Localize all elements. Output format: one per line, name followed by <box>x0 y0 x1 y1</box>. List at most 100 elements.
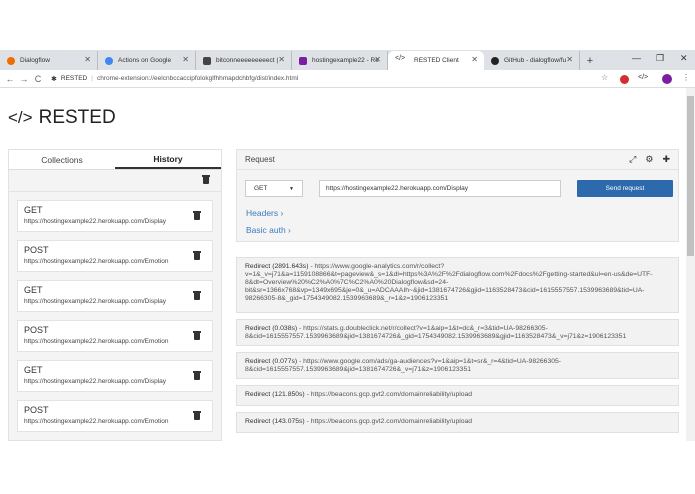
request-panel: Request ⤢ ⚙ ✚ GET ▼ https://hostingexamp… <box>236 149 679 242</box>
browser-tab-title: RESTED Client <box>414 57 459 64</box>
request-row: GET ▼ https://hostingexample22.herokuapp… <box>245 180 673 197</box>
scrollbar-thumb[interactable] <box>687 96 694 256</box>
browser-tab-active[interactable]: </> RESTED Client ✕ <box>388 51 484 70</box>
history-url: https://hostingexample22.herokuapp.com/D… <box>24 298 166 305</box>
address-separator: | <box>91 75 93 82</box>
trash-icon[interactable] <box>193 371 201 380</box>
redirect-url: - https://beacons.gcp.gvt2.com/domainrel… <box>304 391 473 398</box>
browser-tab-title: Dialogflow <box>20 57 50 64</box>
address-url: chrome-extension://eelcnbccaccipfolokglf… <box>96 75 299 82</box>
history-panel: Collections History GET https://hostinge… <box>8 149 222 441</box>
method-select[interactable]: GET ▼ <box>245 180 303 197</box>
browser-tab[interactable]: bitconneeeeeeeeect | ✕ <box>196 51 292 70</box>
request-header: Request ⤢ ⚙ ✚ <box>237 150 678 170</box>
history-url: https://hostingexample22.herokuapp.com/D… <box>24 378 166 385</box>
plus-icon[interactable]: ✚ <box>662 154 670 165</box>
history-method: GET <box>24 285 43 295</box>
trash-icon[interactable] <box>193 211 201 220</box>
trash-icon[interactable] <box>193 411 201 420</box>
browser-tab[interactable]: Dialogflow ✕ <box>0 51 98 70</box>
browser-tab-title: Actions on Google <box>118 57 172 64</box>
send-request-button[interactable]: Send request <box>577 180 673 197</box>
address-bar[interactable]: ✱ RESTED | chrome-extension://eelcnbccac… <box>51 75 621 83</box>
redirect-time: Redirect (2891.643s) <box>245 263 309 270</box>
history-item[interactable]: GET https://hostingexample22.herokuapp.c… <box>17 360 213 392</box>
close-icon[interactable]: ✕ <box>84 55 91 64</box>
app-title: </> RESTED <box>8 107 116 129</box>
browser-tab-strip: Dialogflow ✕ Actions on Google ✕ bitconn… <box>0 50 695 70</box>
close-icon[interactable]: ✕ <box>471 55 478 64</box>
window-close-icon[interactable]: ✕ <box>680 53 688 64</box>
history-item[interactable]: POST https://hostingexample22.herokuapp.… <box>17 320 213 352</box>
trash-icon[interactable] <box>202 175 210 184</box>
forward-icon[interactable]: → <box>17 74 31 84</box>
back-icon[interactable]: ← <box>3 74 17 84</box>
close-icon[interactable]: ✕ <box>374 55 381 64</box>
page-icon <box>203 57 211 65</box>
new-tab-button[interactable]: + <box>580 51 600 70</box>
code-icon: </> <box>395 55 406 62</box>
trash-icon[interactable] <box>193 331 201 340</box>
github-icon <box>491 57 499 65</box>
actions-on-google-icon <box>105 57 113 65</box>
reload-icon[interactable]: C <box>31 74 45 84</box>
history-method: GET <box>24 365 43 375</box>
redirect-item: Redirect (2891.643s) - https://www.googl… <box>236 257 679 313</box>
history-url: https://hostingexample22.herokuapp.com/D… <box>24 218 166 225</box>
redirect-item: Redirect (0.038s) - https://stats.g.doub… <box>236 319 679 346</box>
code-extension-icon[interactable]: </> <box>638 74 648 81</box>
browser-tab[interactable]: Actions on Google ✕ <box>98 51 196 70</box>
menu-icon[interactable]: ⋮ <box>682 73 690 82</box>
tab-collections[interactable]: Collections <box>9 150 115 169</box>
extension-icon: ✱ <box>51 75 57 83</box>
browser-tab-title: hostingexample22 - Re <box>312 57 379 64</box>
heroku-icon <box>299 57 307 65</box>
browser-toolbar: ← → C ✱ RESTED | chrome-extension://eelc… <box>0 70 695 88</box>
redirect-item: Redirect (143.075s) - https://beacons.gc… <box>236 412 679 433</box>
profile-avatar[interactable] <box>662 74 672 84</box>
history-url: https://hostingexample22.herokuapp.com/E… <box>24 338 169 345</box>
browser-tab[interactable]: hostingexample22 - Re ✕ <box>292 51 388 70</box>
history-method: POST <box>24 245 49 255</box>
history-url: https://hostingexample22.herokuapp.com/E… <box>24 258 169 265</box>
redirect-time: Redirect (121.850s) <box>245 391 305 398</box>
history-item[interactable]: GET https://hostingexample22.herokuapp.c… <box>17 280 213 312</box>
browser-tab-title: GitHub - dialogflow/fu <box>504 57 567 64</box>
address-site: RESTED <box>60 75 88 82</box>
clear-history-row <box>9 170 221 192</box>
history-method: POST <box>24 325 49 335</box>
response-list: Redirect (2891.643s) - https://www.googl… <box>236 257 679 439</box>
close-icon[interactable]: ✕ <box>278 55 285 64</box>
request-title: Request <box>245 155 275 164</box>
gear-icon[interactable]: ⚙ <box>645 154 653 165</box>
browser-tab-title: bitconneeeeeeeeect | <box>216 57 279 64</box>
close-icon[interactable]: ✕ <box>566 55 573 64</box>
history-url: https://hostingexample22.herokuapp.com/E… <box>24 418 169 425</box>
history-item[interactable]: GET https://hostingexample22.herokuapp.c… <box>17 200 213 232</box>
chevron-down-icon: ▼ <box>289 185 294 192</box>
redirect-time: Redirect (143.075s) <box>245 418 305 425</box>
page-scrollbar[interactable] <box>686 88 695 441</box>
close-icon[interactable]: ✕ <box>182 55 189 64</box>
minimize-icon[interactable]: — <box>632 53 641 63</box>
adblock-icon[interactable] <box>620 75 629 84</box>
trash-icon[interactable] <box>193 251 201 260</box>
redirect-item: Redirect (0.077s) - https://www.google.c… <box>236 352 679 379</box>
maximize-icon[interactable]: ❐ <box>656 53 664 64</box>
trash-icon[interactable] <box>193 291 201 300</box>
redirect-time: Redirect (0.077s) <box>245 358 298 365</box>
expand-icon[interactable]: ⤢ <box>629 154 636 165</box>
redirect-url: - https://stats.g.doubleclick.net/r/coll… <box>245 325 627 340</box>
redirect-time: Redirect (0.038s) <box>245 325 298 332</box>
tab-history[interactable]: History <box>115 150 221 169</box>
history-item[interactable]: POST https://hostingexample22.herokuapp.… <box>17 400 213 432</box>
app-title-text: RESTED <box>38 107 116 128</box>
headers-link[interactable]: Headers › <box>246 208 283 218</box>
browser-tab[interactable]: GitHub - dialogflow/fu ✕ <box>484 51 580 70</box>
panel-tabs: Collections History <box>9 150 221 170</box>
url-input[interactable]: https://hostingexample22.herokuapp.com/D… <box>319 180 561 197</box>
basic-auth-link[interactable]: Basic auth › <box>246 225 291 235</box>
history-item[interactable]: POST https://hostingexample22.herokuapp.… <box>17 240 213 272</box>
redirect-item: Redirect (121.850s) - https://beacons.gc… <box>236 385 679 406</box>
bookmark-star-icon[interactable]: ☆ <box>601 73 608 82</box>
